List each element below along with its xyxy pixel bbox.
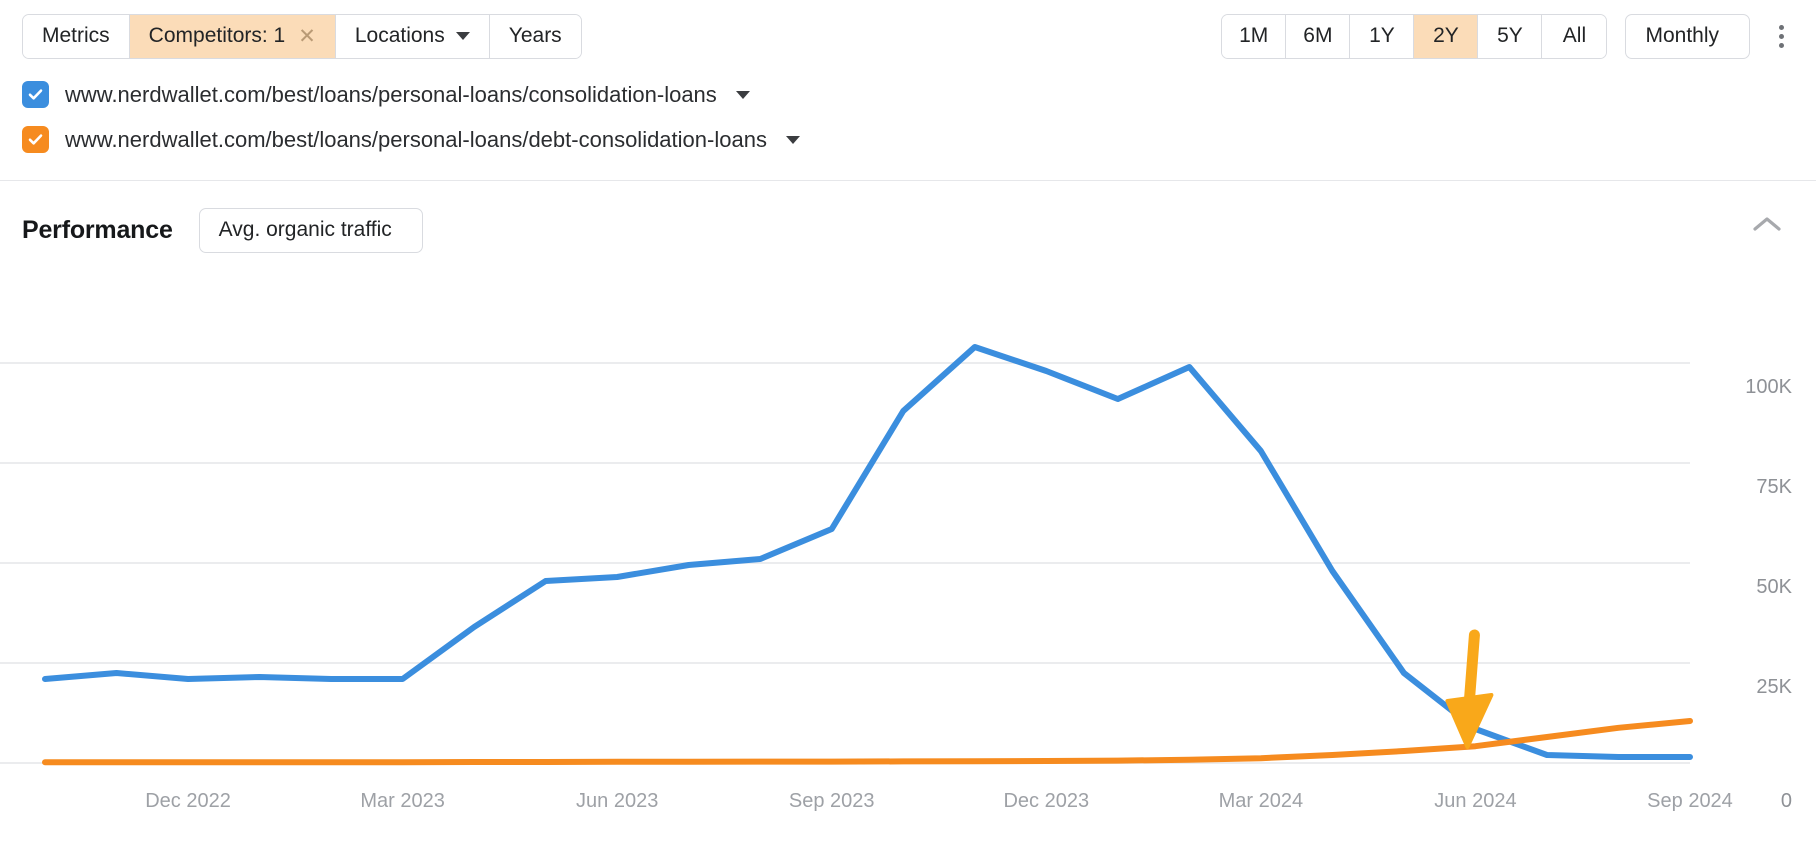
- range-all-label: All: [1562, 24, 1587, 47]
- y-axis-tick-label: 100K: [1745, 376, 1792, 398]
- metric-selector-label: Avg. organic traffic: [218, 218, 392, 241]
- list-item[interactable]: www.nerdwallet.com/best/loans/personal-l…: [22, 117, 1794, 162]
- granularity-dropdown[interactable]: Monthly: [1625, 13, 1750, 59]
- range-6m[interactable]: 6M: [1286, 14, 1351, 58]
- metric-selector-dropdown[interactable]: Avg. organic traffic: [198, 207, 423, 253]
- kebab-dot: [1778, 42, 1784, 48]
- kebab-dot: [1778, 33, 1784, 39]
- chevron-up-icon[interactable]: [1752, 215, 1782, 238]
- filter-metrics-label: Metrics: [42, 24, 110, 47]
- performance-chart[interactable]: 0 25K 50K 75K 100K Dec 2022 Mar 2023 Jun 2023 S…: [0, 267, 1816, 867]
- filter-metrics[interactable]: Metrics: [23, 14, 130, 58]
- series-line-competitor: [42, 718, 1693, 766]
- top-toolbar: Metrics Competitors: 1 ✕ Locations Years…: [0, 0, 1816, 72]
- y-axis-tick-label: 75K: [1756, 476, 1792, 498]
- toolbar-right-group: 1M 6M 1Y 2Y 5Y All Monthly: [1221, 0, 1794, 72]
- range-1m[interactable]: 1M: [1222, 14, 1287, 58]
- filter-group: Metrics Competitors: 1 ✕ Locations Years: [22, 13, 582, 59]
- chevron-down-icon[interactable]: [785, 135, 800, 144]
- chevron-down-icon[interactable]: [735, 90, 750, 99]
- x-axis-tick-label: Jun 2024: [1434, 790, 1516, 812]
- x-axis-tick-label: Dec 2022: [145, 790, 231, 812]
- chart-gridlines: [0, 362, 1690, 764]
- y-axis-tick-label: 50K: [1756, 576, 1792, 598]
- url-label-competitor: www.nerdwallet.com/best/loans/personal-l…: [65, 126, 767, 152]
- chart-x-axis-labels: Dec 2022 Mar 2023 Jun 2023 Sep 2023 Dec 2023…: [145, 790, 1733, 812]
- list-item[interactable]: www.nerdwallet.com/best/loans/personal-l…: [22, 72, 1794, 117]
- competitor-url-list: www.nerdwallet.com/best/loans/personal-l…: [0, 72, 1816, 162]
- x-axis-tick-label: Mar 2023: [360, 790, 445, 812]
- x-axis-tick-label: Sep 2023: [789, 790, 875, 812]
- y-axis-tick-label: 0: [1781, 790, 1792, 812]
- filter-years[interactable]: Years: [489, 14, 581, 58]
- filter-years-label: Years: [508, 24, 562, 47]
- series-line-primary: [42, 344, 1693, 760]
- x-axis-tick-label: Sep 2024: [1647, 790, 1733, 812]
- url-label-primary: www.nerdwallet.com/best/loans/personal-l…: [65, 81, 717, 107]
- chart-canvas[interactable]: 0 25K 50K 75K 100K Dec 2022 Mar 2023 Jun 2023 S…: [0, 267, 1816, 867]
- x-axis-tick-label: Mar 2024: [1219, 790, 1304, 812]
- granularity-label: Monthly: [1645, 24, 1719, 47]
- more-options-button[interactable]: [1768, 14, 1794, 59]
- performance-header: Performance Avg. organic traffic: [0, 181, 1816, 257]
- kebab-dot: [1778, 24, 1784, 30]
- checkbox-target-url[interactable]: [22, 81, 49, 108]
- page-title: Performance: [22, 215, 173, 244]
- filter-locations[interactable]: Locations: [335, 14, 490, 58]
- filter-competitors-label: Competitors: 1: [148, 24, 286, 47]
- range-2y-label: 2Y: [1433, 24, 1459, 47]
- range-5y[interactable]: 5Y: [1478, 14, 1543, 58]
- x-axis-tick-label: Jun 2023: [576, 790, 658, 812]
- chart-y-axis-labels: 0 25K 50K 75K 100K: [1745, 376, 1792, 812]
- range-6m-label: 6M: [1303, 24, 1333, 47]
- filter-competitors[interactable]: Competitors: 1 ✕: [129, 14, 336, 58]
- date-range-group: 1M 6M 1Y 2Y 5Y All: [1221, 13, 1608, 59]
- close-icon[interactable]: ✕: [298, 26, 316, 47]
- range-1m-label: 1M: [1239, 24, 1269, 47]
- range-all[interactable]: All: [1542, 14, 1607, 58]
- chart-series-layer: [42, 344, 1693, 766]
- x-axis-tick-label: Dec 2023: [1003, 790, 1089, 812]
- range-1y[interactable]: 1Y: [1350, 14, 1415, 58]
- y-axis-tick-label: 25K: [1756, 676, 1792, 698]
- range-5y-label: 5Y: [1497, 24, 1523, 47]
- arrow-head: [1445, 693, 1494, 749]
- range-2y[interactable]: 2Y: [1414, 14, 1479, 58]
- checkbox-competitor-url[interactable]: [22, 126, 49, 153]
- filter-locations-label: Locations: [354, 24, 445, 47]
- range-1y-label: 1Y: [1369, 24, 1395, 47]
- chevron-down-icon: [455, 32, 470, 40]
